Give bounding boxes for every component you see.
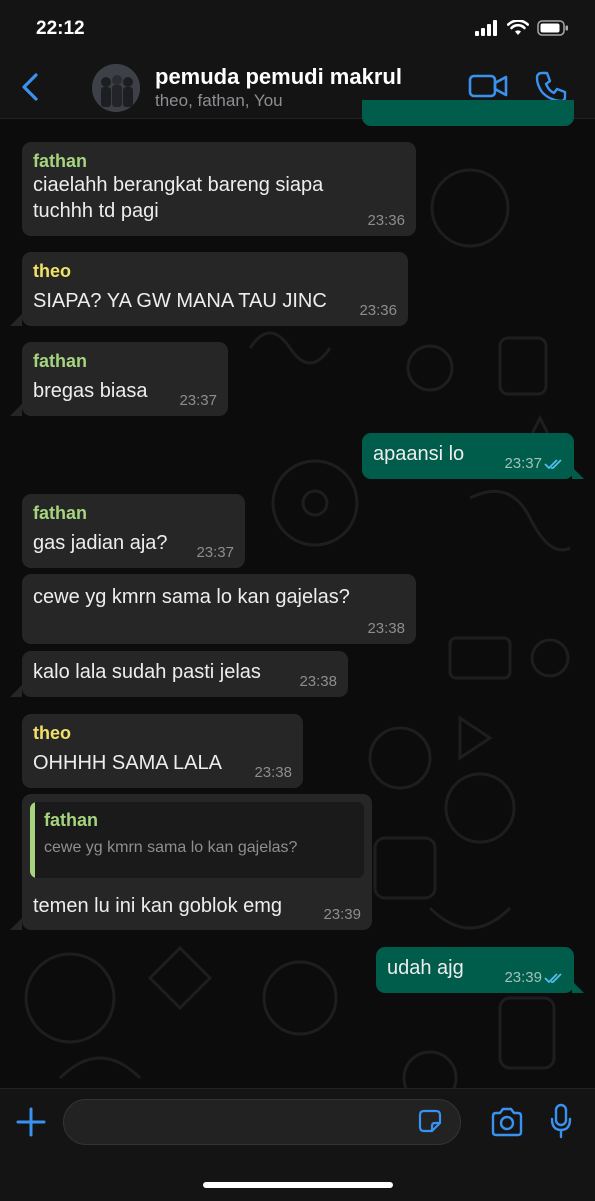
message-sender: theo bbox=[33, 723, 71, 743]
message-text: cewe yg kmrn sama lo kan gajelas? bbox=[33, 586, 350, 608]
quote-accent-bar bbox=[30, 802, 35, 878]
bubble-tail bbox=[10, 314, 22, 326]
status-time: 22:12 bbox=[36, 18, 85, 39]
message-sender: fathan bbox=[33, 351, 87, 371]
message-bubble-incoming[interactable]: theo SIAPA? YA GW MANA TAU JINC 23:36 bbox=[22, 252, 408, 326]
wifi-icon bbox=[507, 20, 529, 35]
battery-icon bbox=[537, 20, 568, 36]
camera-icon[interactable] bbox=[490, 1107, 524, 1137]
message-time: 23:39 bbox=[504, 969, 542, 986]
message-bubble-incoming[interactable]: theo OHHHH SAMA LALA 23:38 bbox=[22, 714, 303, 788]
sticker-icon[interactable] bbox=[417, 1108, 443, 1134]
quoted-sender: fathan bbox=[44, 810, 98, 830]
plus-icon[interactable] bbox=[16, 1107, 46, 1137]
message-text: SIAPA? YA GW MANA TAU JINC bbox=[33, 290, 327, 312]
message-text: temen lu ini kan goblok emg bbox=[33, 895, 283, 917]
status-icons bbox=[475, 20, 569, 36]
message-text: ciaelahh berangkat bareng siapa tuchhh t… bbox=[33, 174, 324, 222]
message-time: 23:36 bbox=[367, 212, 405, 229]
message-time: 23:38 bbox=[367, 620, 405, 637]
message-sender: theo bbox=[33, 261, 71, 281]
group-title[interactable]: pemuda pemudi makrul bbox=[155, 64, 402, 90]
message-input[interactable] bbox=[63, 1099, 461, 1145]
message-time: 23:36 bbox=[359, 302, 397, 319]
microphone-icon[interactable] bbox=[550, 1103, 572, 1139]
quoted-text: cewe yg kmrn sama lo kan gajelas? bbox=[44, 839, 298, 856]
double-check-icon bbox=[544, 459, 562, 470]
message-bubble-incoming[interactable]: cewe yg kmrn sama lo kan gajelas? 23:38 bbox=[22, 574, 416, 644]
message-text: kalo lala sudah pasti jelas bbox=[33, 661, 261, 683]
video-call-icon[interactable] bbox=[468, 72, 508, 100]
message-bubble-incoming[interactable]: fathan gas jadian aja? 23:37 bbox=[22, 494, 245, 568]
message-time: 23:38 bbox=[254, 764, 292, 781]
message-bubble-incoming-reply[interactable]: fathan cewe yg kmrn sama lo kan gajelas?… bbox=[22, 794, 372, 930]
group-members[interactable]: theo, fathan, You bbox=[155, 91, 283, 111]
message-time: 23:39 bbox=[323, 906, 361, 923]
message-time: 23:37 bbox=[196, 544, 234, 561]
double-check-icon bbox=[544, 973, 562, 984]
message-sender: fathan bbox=[33, 151, 87, 171]
quoted-message[interactable]: fathan cewe yg kmrn sama lo kan gajelas? bbox=[30, 802, 364, 878]
group-avatar[interactable] bbox=[92, 64, 140, 112]
phone-call-icon[interactable] bbox=[534, 70, 568, 104]
message-text: OHHHH SAMA LALA bbox=[33, 752, 222, 774]
message-bubble-outgoing[interactable]: udah ajg 23:39 bbox=[376, 947, 574, 993]
message-time: 23:37 bbox=[504, 455, 542, 472]
message-time: 23:37 bbox=[179, 392, 217, 409]
message-bubble-incoming[interactable]: fathan ciaelahh berangkat bareng siapa t… bbox=[22, 142, 416, 236]
message-sender: fathan bbox=[33, 503, 87, 523]
bubble-tail bbox=[572, 467, 584, 479]
message-time: 23:38 bbox=[299, 673, 337, 690]
bubble-tail bbox=[10, 918, 22, 930]
message-bubble-outgoing[interactable]: apaansi lo 23:37 bbox=[362, 433, 574, 479]
message-bubble-incoming[interactable]: fathan bregas biasa 23:37 bbox=[22, 342, 228, 416]
home-indicator[interactable] bbox=[203, 1182, 393, 1188]
bubble-tail bbox=[10, 685, 22, 697]
message-bubble-cutoff bbox=[362, 100, 574, 126]
message-bubble-incoming[interactable]: kalo lala sudah pasti jelas 23:38 bbox=[22, 651, 348, 697]
signal-icon bbox=[475, 20, 497, 36]
bubble-tail bbox=[10, 404, 22, 416]
status-bar: 22:12 bbox=[0, 0, 595, 56]
back-icon[interactable] bbox=[18, 72, 44, 102]
bubble-tail bbox=[572, 981, 584, 993]
